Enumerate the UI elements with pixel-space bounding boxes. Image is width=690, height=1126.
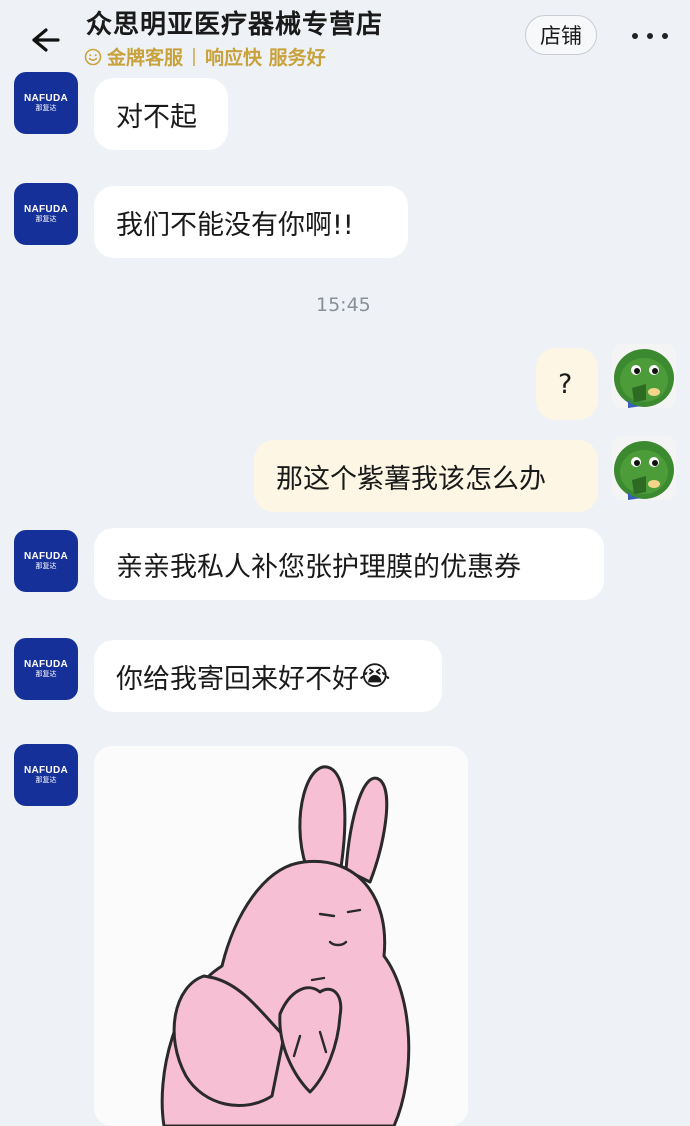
shop-title: 众思明亚医疗器械专营店 xyxy=(86,10,384,40)
divider xyxy=(193,47,196,66)
shop-avatar[interactable]: NAFUDA 那复达 xyxy=(14,530,78,592)
message-bubble[interactable]: 我们不能没有你啊!! xyxy=(94,186,408,258)
back-arrow-icon[interactable] xyxy=(26,22,62,58)
my-avatar[interactable] xyxy=(612,436,676,500)
message-bubble[interactable]: 你给我寄回来好不好 😭 xyxy=(94,640,442,712)
my-message-bubble[interactable]: 那这个紫薯我该怎么办 xyxy=(254,440,598,512)
service-tag-gold: 金牌客服 xyxy=(107,47,184,69)
timestamp: 15:45 xyxy=(316,294,371,316)
message-bubble[interactable]: 亲亲我私人补您张护理膜的优惠券 xyxy=(94,528,604,600)
shop-button[interactable]: 店铺 xyxy=(525,15,597,55)
sticker-message[interactable] xyxy=(94,746,468,1126)
service-tag-fast: 响应快 服务好 xyxy=(205,47,326,69)
message-bubble[interactable]: 对不起 xyxy=(94,78,228,150)
shop-avatar[interactable]: NAFUDA 那复达 xyxy=(14,638,78,700)
chat-header: 众思明亚医疗器械专营店 金牌客服 响应快 服务好 店铺 xyxy=(0,0,690,72)
message-text: 你给我寄回来好不好 xyxy=(116,663,359,695)
crying-emoji-icon: 😭 xyxy=(359,660,391,692)
my-avatar[interactable] xyxy=(612,344,676,408)
more-icon[interactable] xyxy=(632,31,668,41)
shop-avatar[interactable]: NAFUDA 那复达 xyxy=(14,744,78,806)
frog-avatar-icon xyxy=(612,344,676,408)
smile-icon xyxy=(84,48,102,65)
shop-avatar[interactable]: NAFUDA 那复达 xyxy=(14,72,78,134)
pink-rabbit-sticker-icon xyxy=(160,765,411,1126)
service-badge: 金牌客服 响应快 服务好 xyxy=(84,43,326,70)
shop-avatar[interactable]: NAFUDA 那复达 xyxy=(14,183,78,245)
frog-avatar-icon xyxy=(612,436,676,500)
my-message-bubble[interactable]: ? xyxy=(536,348,598,420)
